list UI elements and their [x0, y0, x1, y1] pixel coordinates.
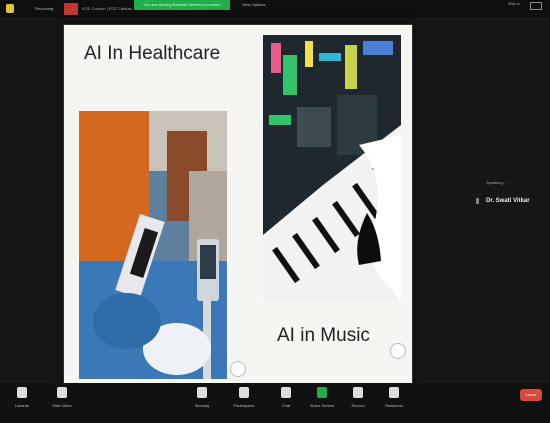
reactions-icon — [389, 387, 399, 398]
reactions-button[interactable]: Reactions — [372, 387, 416, 408]
speaker-name: Dr. Swati Vitkar — [486, 198, 530, 204]
slide-decoration-dot — [230, 361, 246, 377]
participants-button[interactable]: Participants — [222, 387, 266, 408]
record-icon — [353, 387, 363, 398]
unmute-button[interactable]: Unmute — [0, 387, 44, 408]
music-keyboard-image — [263, 35, 401, 301]
speaking-label: Speaking: ... — [486, 180, 509, 185]
security-button[interactable]: Security — [180, 387, 224, 408]
share-screen-icon — [317, 387, 327, 398]
participants-icon — [239, 387, 249, 398]
chat-icon — [281, 387, 291, 398]
meeting-toolbar: Unmute Start Video Security Participants… — [0, 383, 550, 423]
recording-badge — [64, 3, 78, 15]
exit-fullscreen-button[interactable]: Exit ▭ — [508, 1, 520, 6]
camera-icon — [57, 387, 67, 398]
mic-muted-icon — [476, 198, 479, 204]
shared-slide: AI In Healthcare AI in Music — [63, 24, 413, 386]
view-options-menu[interactable]: View Options — [242, 2, 266, 7]
recording-icon — [6, 4, 14, 13]
microphone-icon — [17, 387, 27, 398]
meeting-info: ECE Contour | ECE Cabinet — [82, 6, 132, 11]
screen-share-banner[interactable]: You are viewing Ramesh Sreemon's screen — [134, 0, 230, 10]
meeting-top-bar: Recording ECE Contour | ECE Cabinet You … — [0, 0, 550, 18]
start-video-button[interactable]: Start Video — [40, 387, 84, 408]
gallery-view-icon[interactable] — [530, 2, 542, 10]
recording-label: Recording — [35, 6, 54, 11]
slide-title-music: AI in Music — [277, 325, 370, 346]
shield-icon — [197, 387, 207, 398]
slide-title-healthcare: AI In Healthcare — [84, 43, 221, 64]
leave-button[interactable]: Leave — [520, 389, 542, 401]
surgery-robot-image — [79, 111, 227, 379]
active-speaker-panel: Speaking: ... Dr. Swati Vitkar — [468, 178, 550, 218]
slide-decoration-dot — [390, 343, 406, 359]
